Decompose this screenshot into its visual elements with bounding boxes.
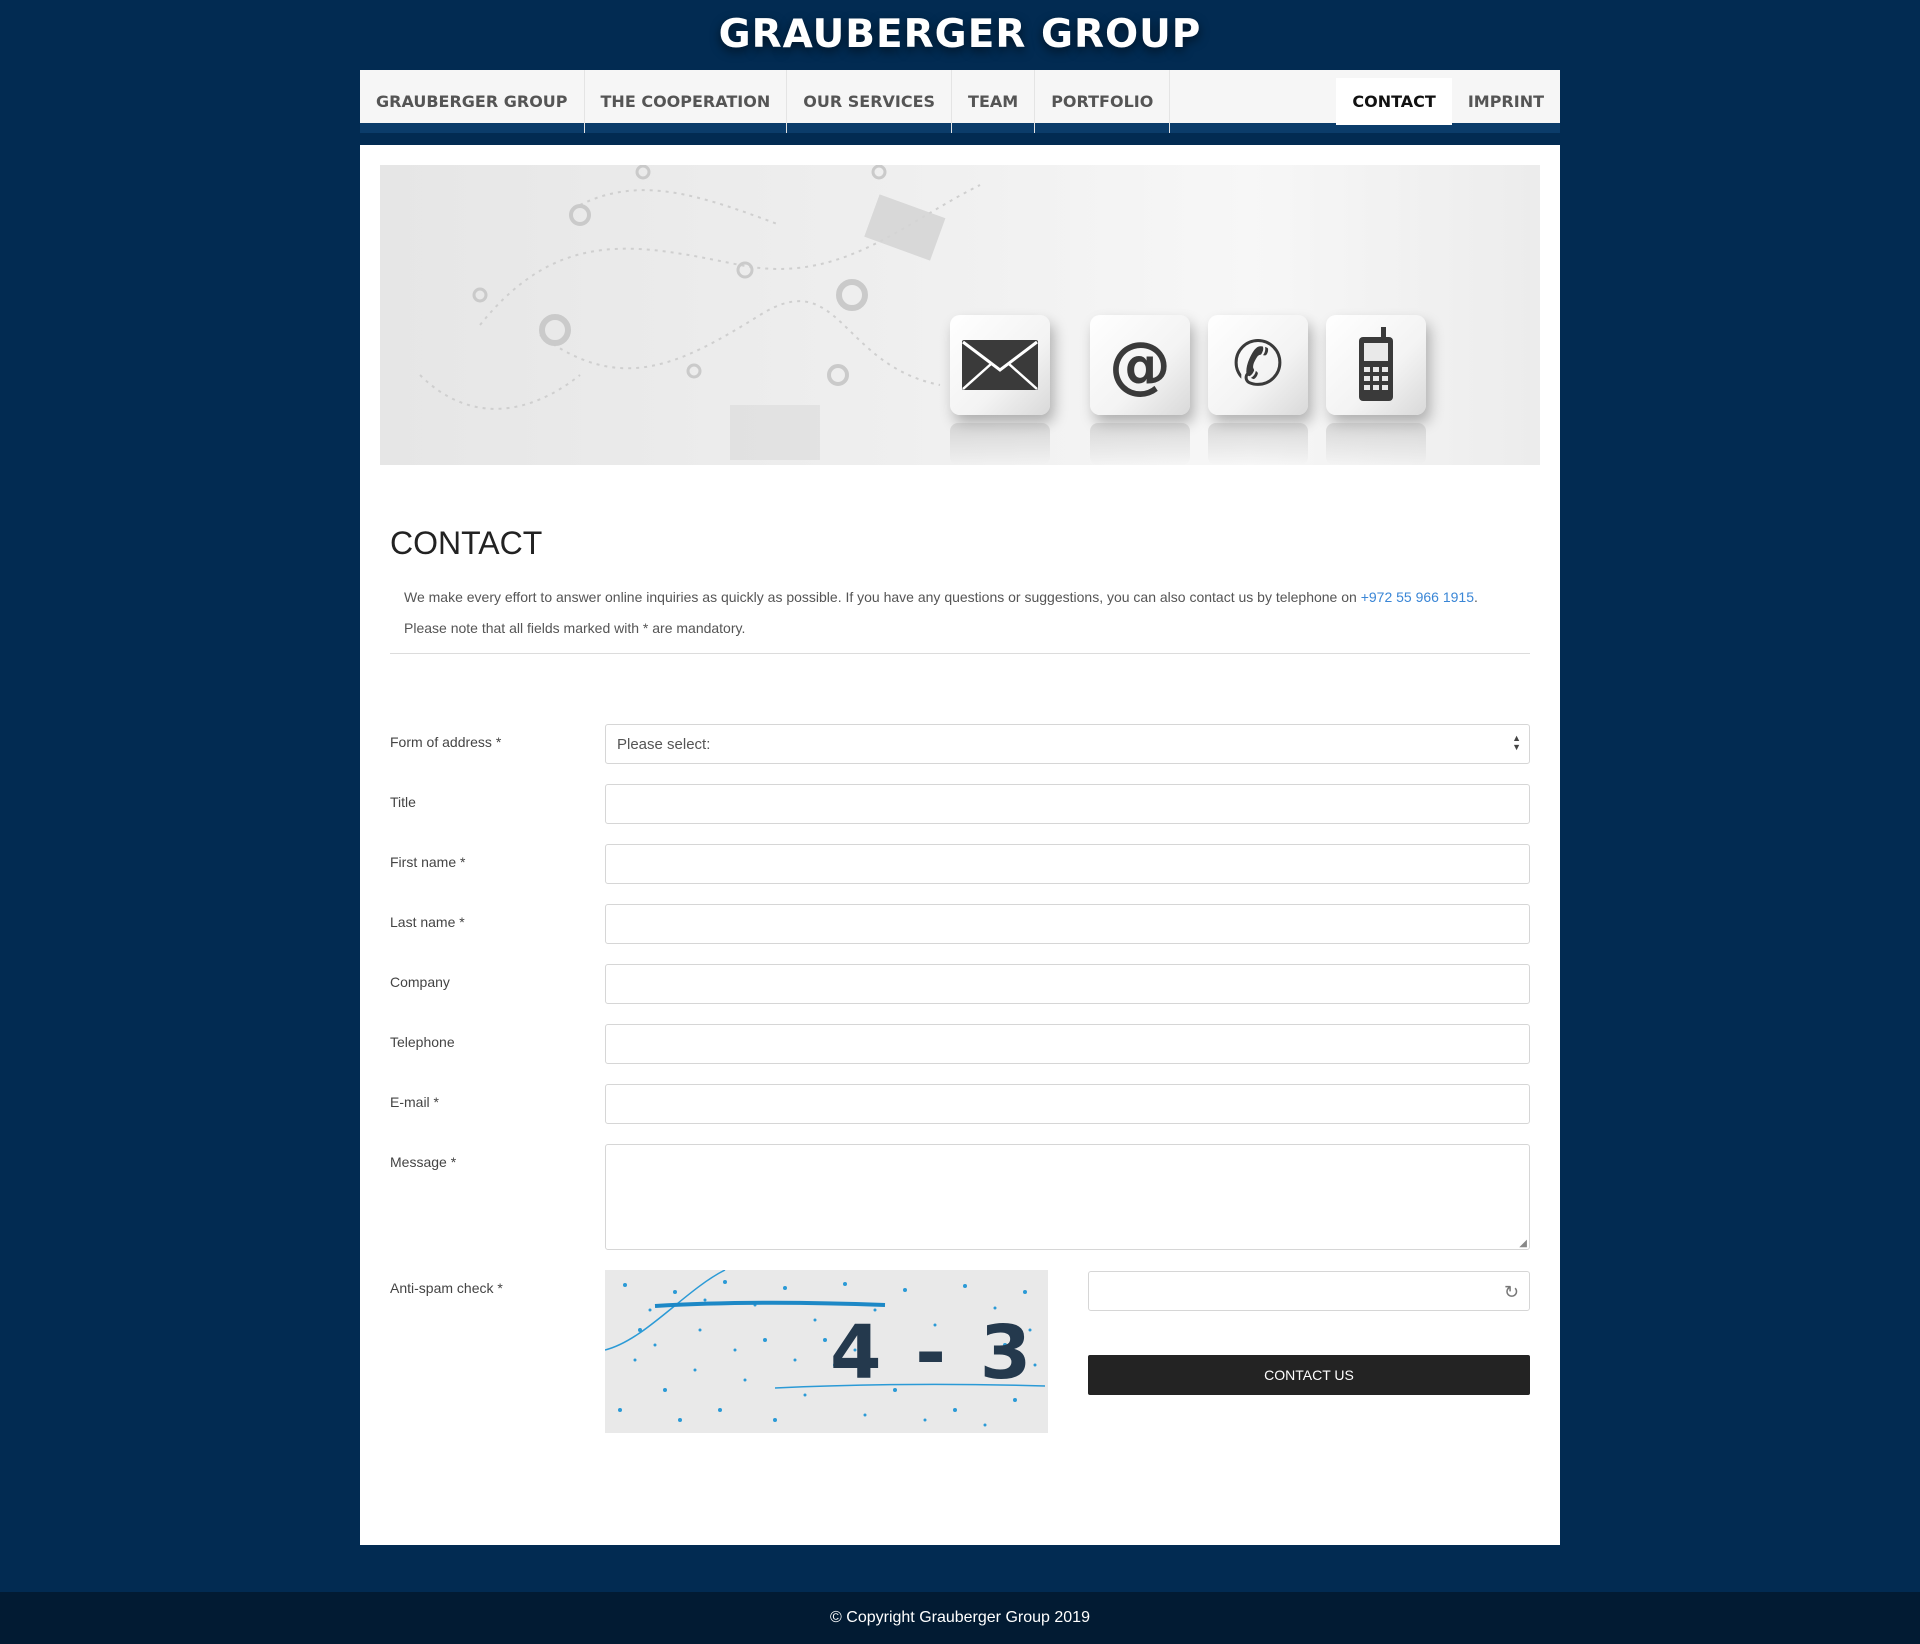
select-arrows-icon: ▲ ▼ — [1512, 733, 1521, 752]
main-nav: GRAUBERGER GROUP THE COOPERATION OUR SER… — [360, 70, 1560, 133]
telephone-input[interactable] — [605, 1024, 1530, 1064]
nav-item-grauberger-group[interactable]: GRAUBERGER GROUP — [360, 70, 585, 133]
mandatory-note: Please note that all fields marked with … — [404, 620, 746, 636]
page-title: CONTACT — [390, 525, 543, 561]
captcha-image: 4 - 3 — [605, 1270, 1048, 1433]
intro-end: . — [1473, 589, 1478, 605]
phone-icon: ✆ — [1232, 330, 1284, 399]
contact-banner-image: @ ✆ — [380, 165, 1540, 465]
intro-sentence: We make every effort to answer online in… — [404, 589, 1361, 605]
mail-cube — [950, 315, 1050, 415]
last-name-input[interactable] — [605, 904, 1530, 944]
mobile-cube — [1326, 315, 1426, 415]
divider — [390, 653, 1530, 654]
message-textarea[interactable]: ◢ — [605, 1144, 1530, 1250]
email-input[interactable] — [605, 1084, 1530, 1124]
cube-reflection — [1090, 423, 1190, 465]
intro-text: We make every effort to answer online in… — [404, 582, 1524, 644]
logo-bar: GRAUBERGER GROUP — [0, 0, 1920, 70]
site-logo[interactable]: GRAUBERGER GROUP — [719, 12, 1202, 57]
first-name-input[interactable] — [605, 844, 1530, 884]
email-label: E-mail * — [390, 1094, 440, 1110]
title-label: Title — [390, 794, 416, 810]
nav-item-portfolio[interactable]: PORTFOLIO — [1035, 70, 1171, 133]
cube-reflection — [1326, 423, 1426, 465]
resize-handle-icon[interactable]: ◢ — [1519, 1238, 1527, 1249]
at-cube: @ — [1090, 315, 1190, 415]
message-label: Message * — [390, 1154, 457, 1170]
captcha-text: 4 - 3 — [830, 1310, 1036, 1396]
phone-link[interactable]: +972 55 966 1915 — [1361, 589, 1474, 605]
mobile-phone-icon — [1359, 327, 1393, 401]
nav-item-contact[interactable]: CONTACT — [1336, 78, 1452, 125]
captcha-answer-input[interactable]: ↻ — [1088, 1271, 1530, 1311]
first-name-label: First name * — [390, 854, 466, 870]
phone-cube: ✆ — [1208, 315, 1308, 415]
cube-reflection — [950, 423, 1050, 465]
intro-paragraph: We make every effort to answer online in… — [404, 582, 1524, 613]
form-of-address-label: Form of address * — [390, 734, 502, 750]
nav-item-our-services[interactable]: OUR SERVICES — [787, 70, 953, 133]
company-label: Company — [390, 974, 450, 990]
footer: © Copyright Grauberger Group 2019 — [0, 1592, 1920, 1644]
nav-item-team[interactable]: TEAM — [952, 70, 1036, 133]
form-of-address-select[interactable]: Please select: ▲ ▼ — [605, 724, 1530, 764]
contact-us-button[interactable]: CONTACT US — [1088, 1355, 1530, 1395]
at-sign-icon: @ — [1109, 328, 1171, 401]
last-name-label: Last name * — [390, 914, 465, 930]
anti-spam-label: Anti-spam check * — [390, 1280, 503, 1296]
envelope-icon — [962, 340, 1038, 390]
copyright-text: © Copyright Grauberger Group 2019 — [830, 1609, 1090, 1626]
select-placeholder: Please select: — [617, 736, 711, 753]
telephone-label: Telephone — [390, 1034, 455, 1050]
nav-item-the-cooperation[interactable]: THE COOPERATION — [585, 70, 788, 133]
title-input[interactable] — [605, 784, 1530, 824]
main-content: @ ✆ CONTACT We make every effort to answ… — [360, 145, 1560, 1545]
cube-reflection — [1208, 423, 1308, 465]
refresh-icon[interactable]: ↻ — [1504, 1282, 1519, 1303]
nav-item-imprint[interactable]: IMPRINT — [1452, 70, 1560, 133]
company-input[interactable] — [605, 964, 1530, 1004]
